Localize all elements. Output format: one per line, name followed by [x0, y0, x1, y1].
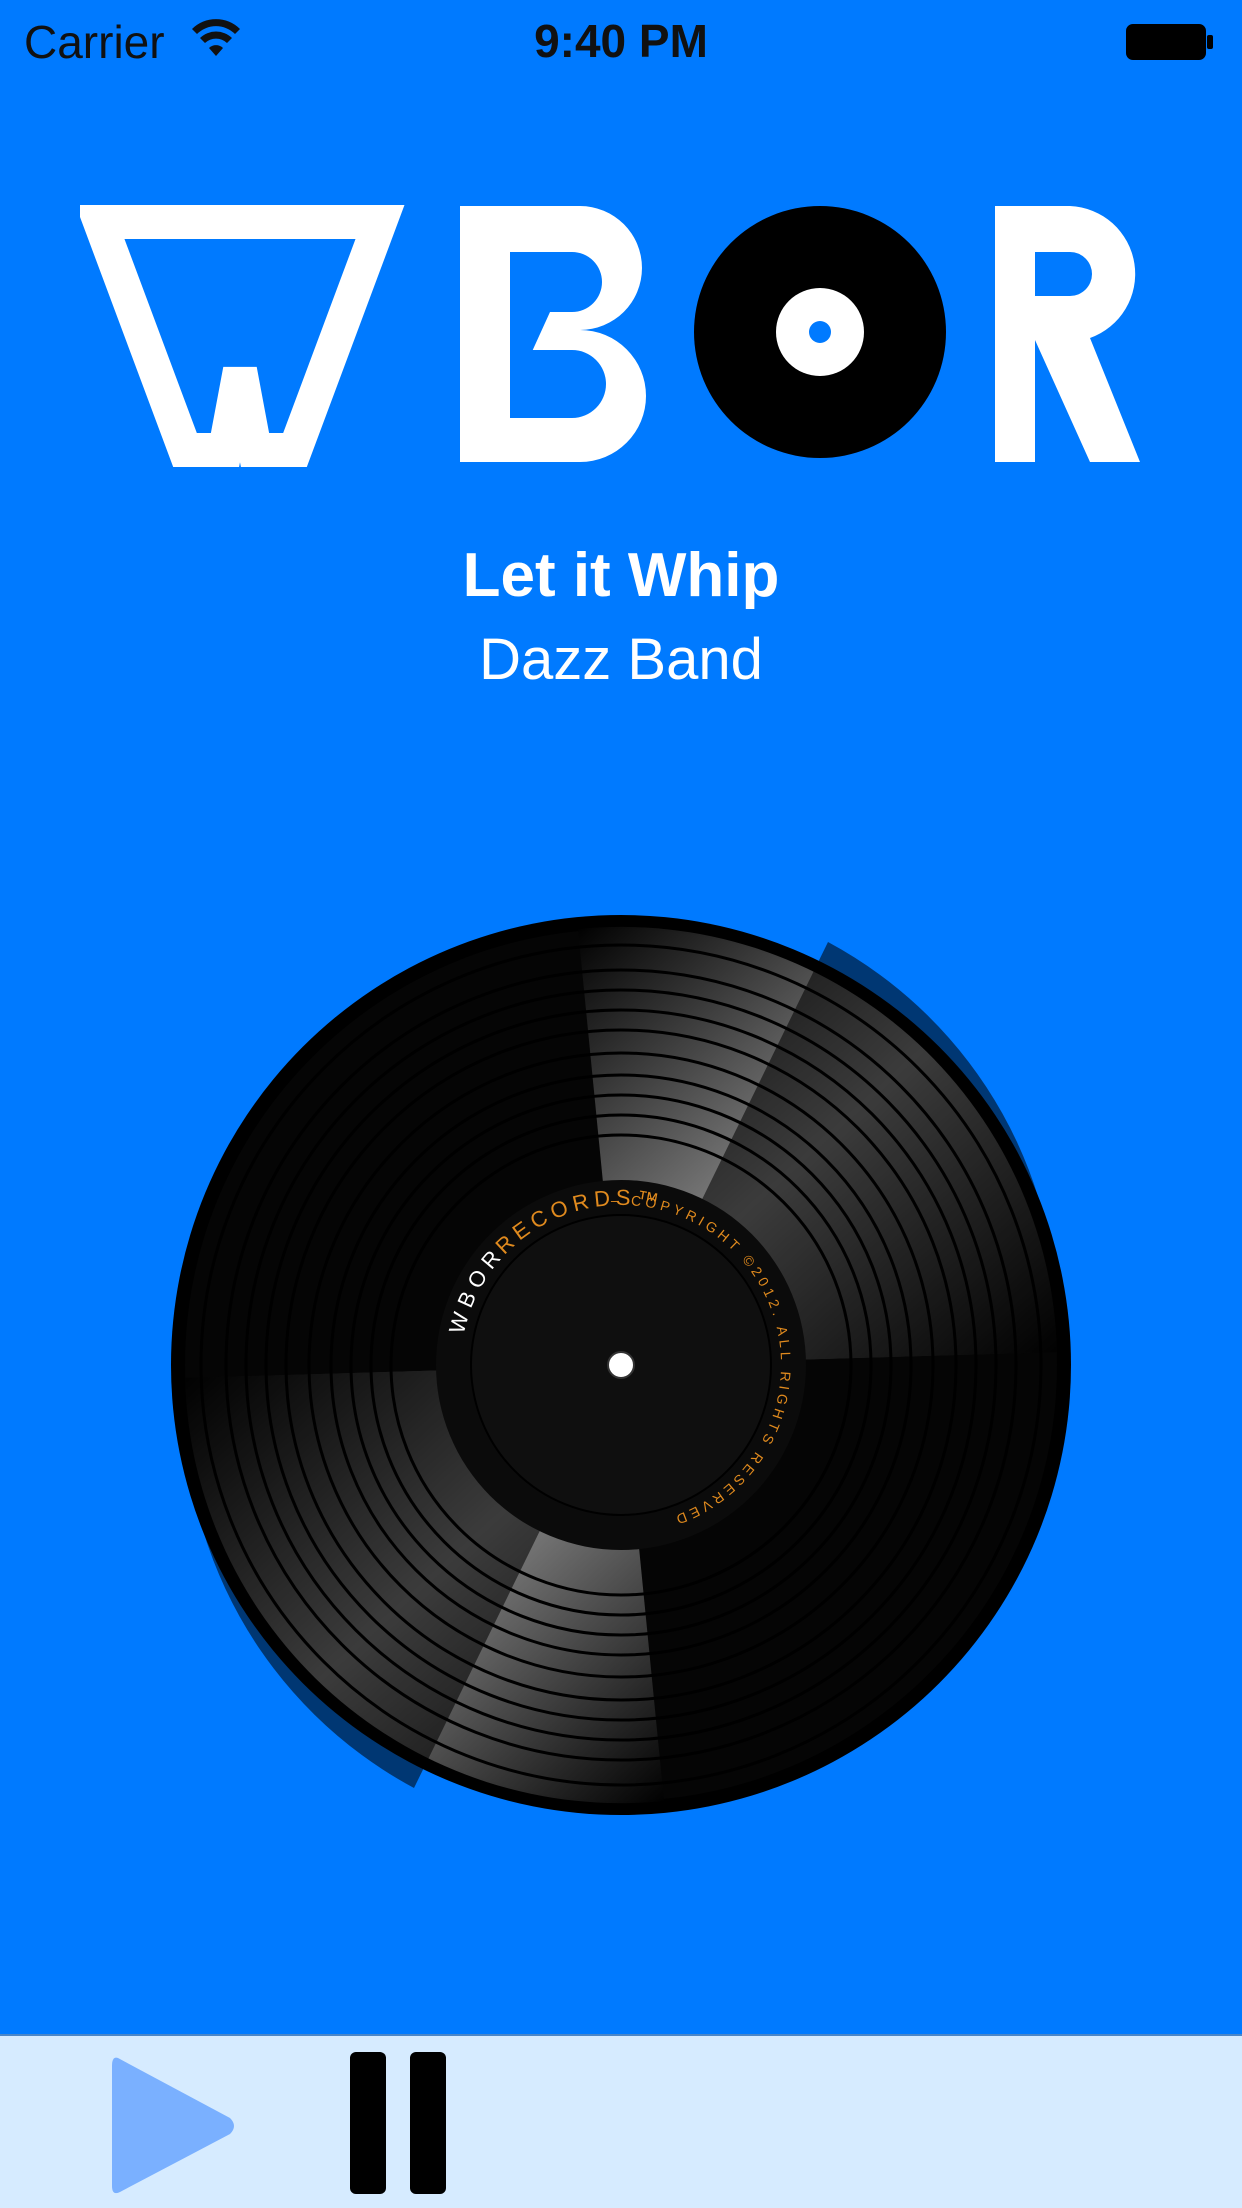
logo-letter-b	[460, 206, 646, 462]
battery-icon	[1126, 24, 1213, 60]
screen: Carrier 9:40 PM Let it Whip Dazz Band WB…	[0, 0, 1242, 2208]
status-bar: Carrier 9:40 PM	[0, 0, 1242, 84]
pause-bar-left	[350, 2052, 386, 2194]
pause-bar-right	[410, 2052, 446, 2194]
track-artist: Dazz Band	[479, 627, 763, 692]
status-time: 9:40 PM	[534, 15, 708, 67]
logo-letter-w	[80, 205, 405, 467]
logo-letter-r	[995, 206, 1140, 462]
player-bar	[0, 2034, 1242, 2208]
track-title: Let it Whip	[462, 541, 780, 610]
pause-icon[interactable]	[350, 2052, 454, 2200]
wbor-logo	[80, 205, 1140, 467]
logo-letter-o	[694, 206, 946, 458]
vinyl-record-icon: WBOR RECORDS™ – COPYRIGHT ©2012. ALL RIG…	[171, 915, 1071, 1815]
play-icon[interactable]	[108, 2052, 238, 2200]
